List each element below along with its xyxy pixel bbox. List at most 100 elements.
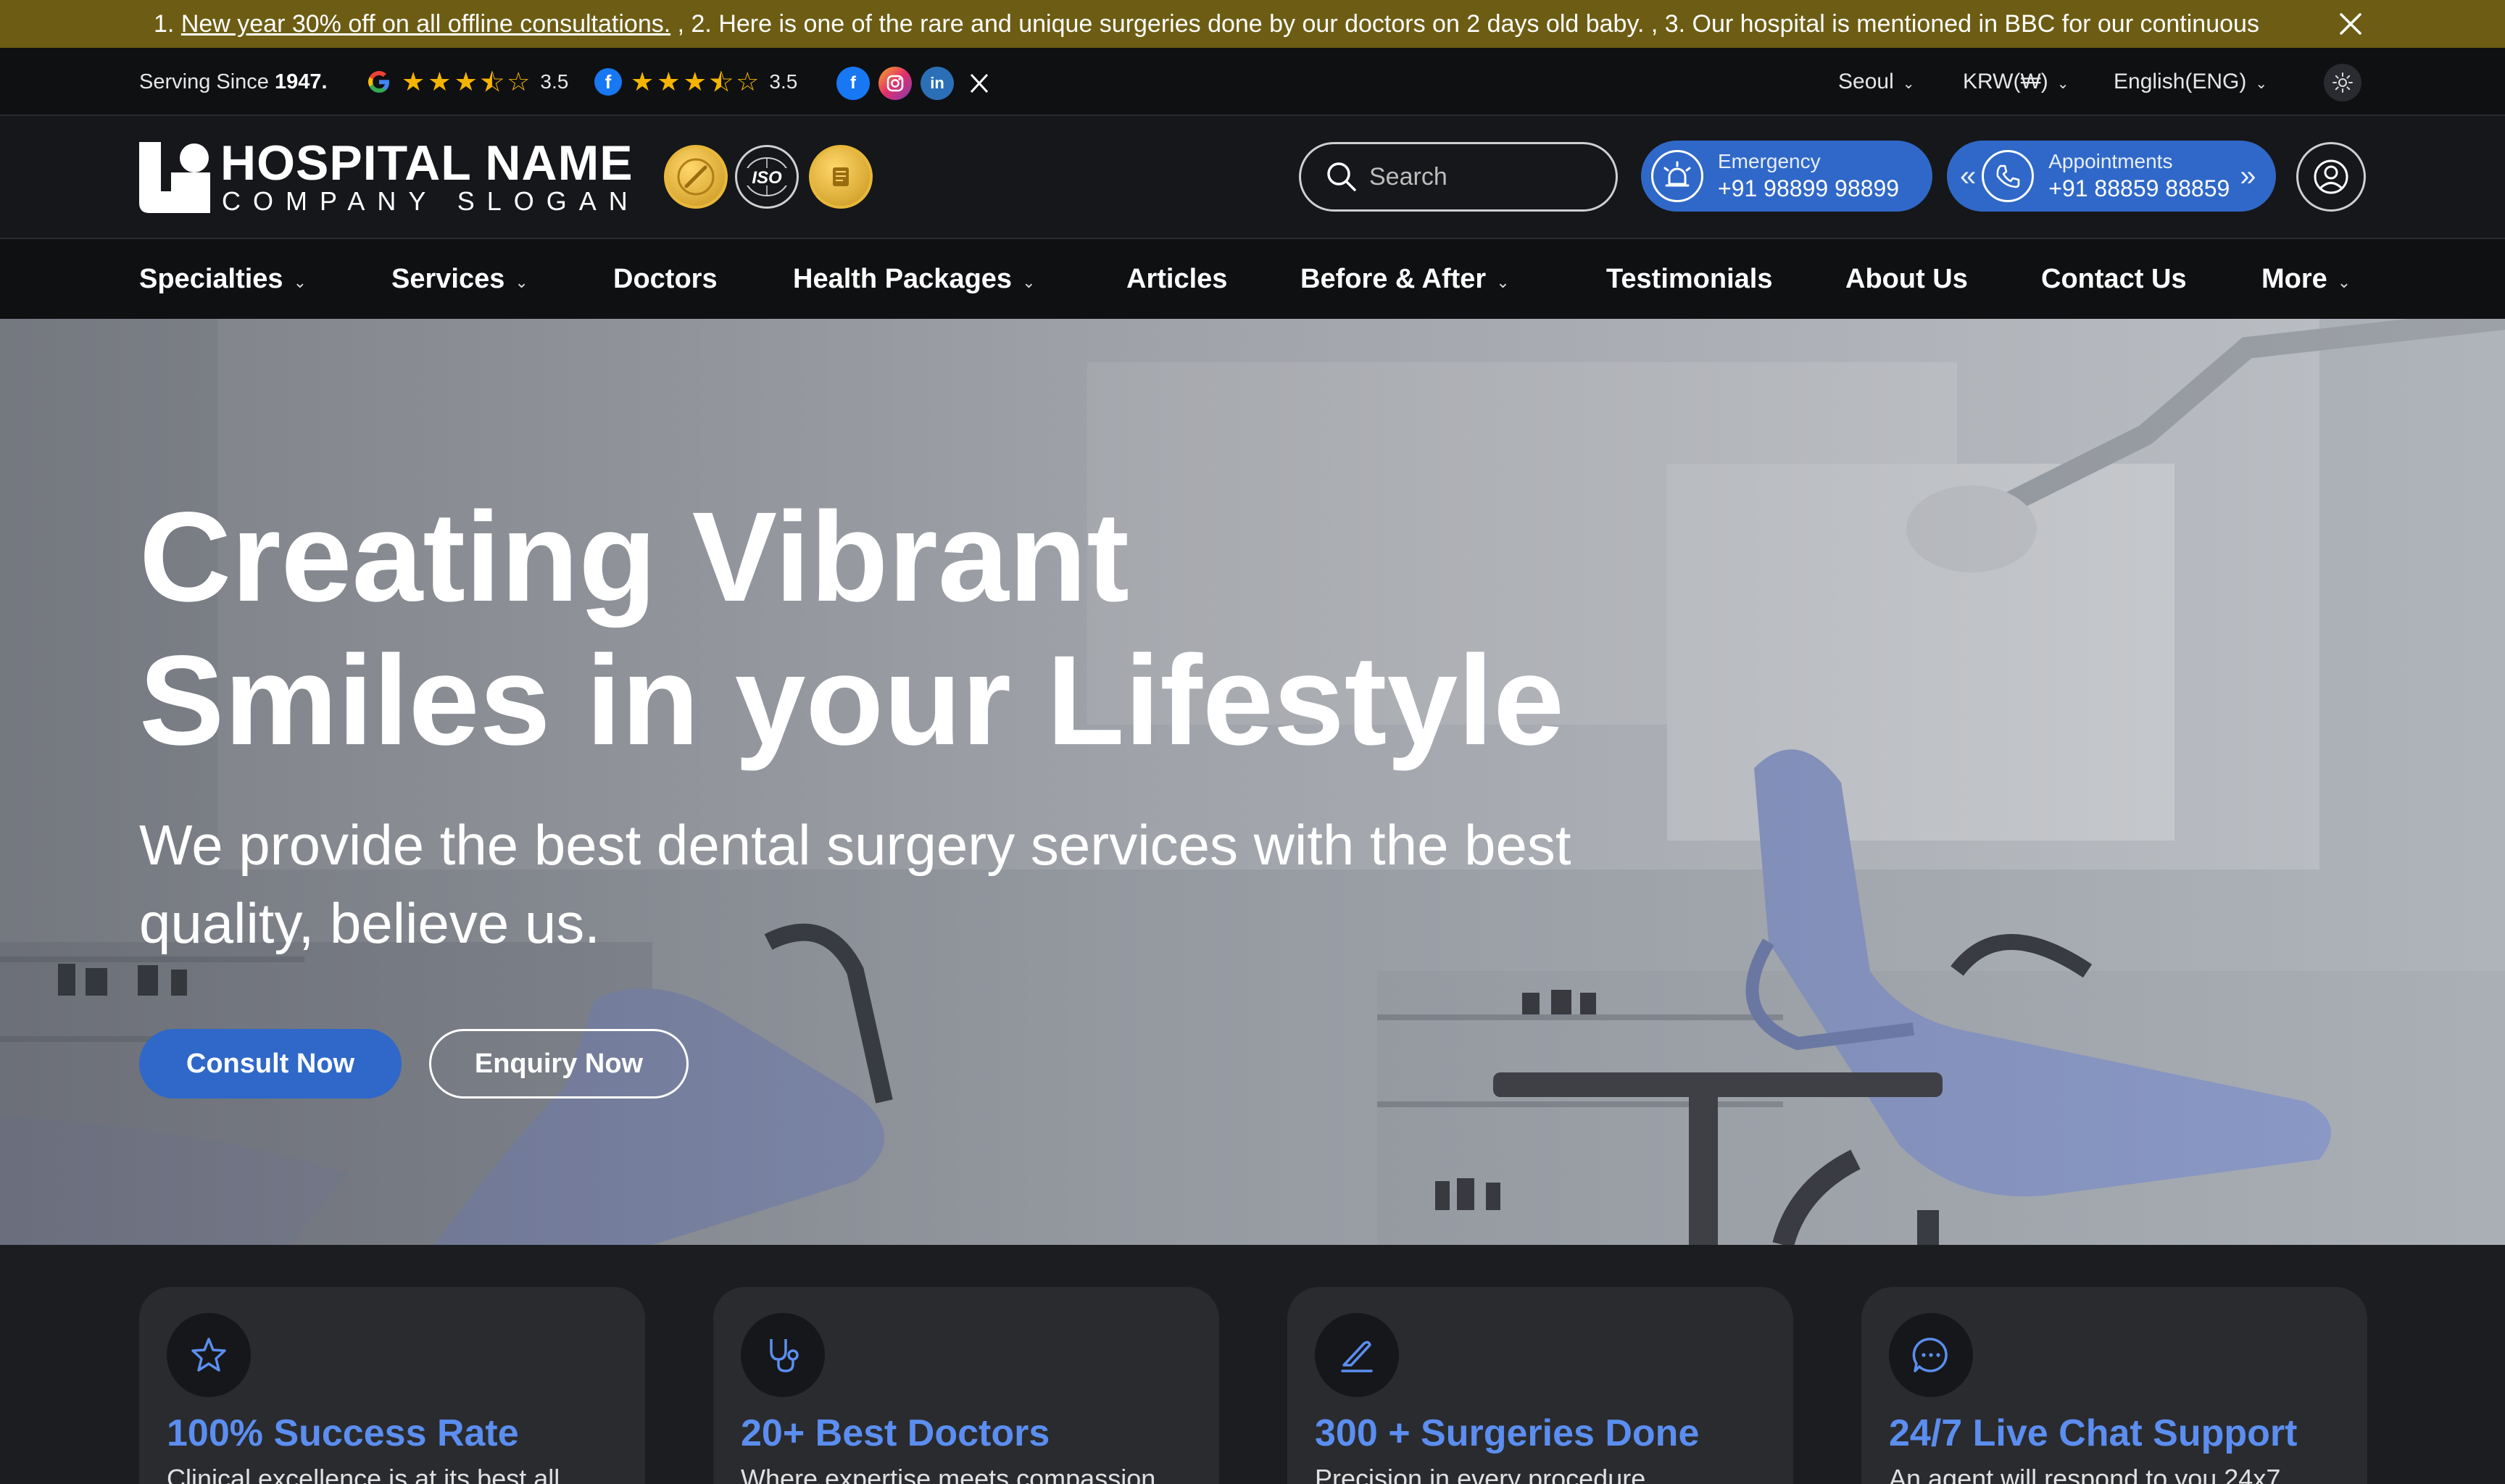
- nav-item-label: More: [2261, 264, 2327, 294]
- scalpel-icon: [1315, 1313, 1399, 1397]
- star-icon: ★: [657, 67, 681, 96]
- announcement-offer-link[interactable]: New year 30% off on all offline consulta…: [181, 10, 670, 38]
- star-icon: ★: [631, 67, 655, 96]
- enquiry-now-button[interactable]: Enquiry Now: [429, 1029, 689, 1099]
- chevron-down-icon: ⌄: [2255, 76, 2268, 92]
- chevron-down-icon: ⌄: [515, 273, 528, 291]
- hero-overlay: [0, 319, 2505, 1245]
- serving-since-label: Serving Since: [139, 70, 275, 93]
- chevrons-right-icon: »: [2240, 159, 2256, 192]
- nav-item-label: Contact Us: [2041, 264, 2187, 294]
- facebook-rating[interactable]: f ★ ★ ★ ★ ☆ 3.5: [594, 67, 797, 97]
- facebook-icon: f: [594, 68, 622, 96]
- chevron-down-icon: ⌄: [1022, 273, 1036, 291]
- hero-title-line-2: Smiles in your Lifestyle: [139, 630, 1564, 772]
- chevron-down-icon: ⌄: [2056, 76, 2069, 92]
- star-icon: ★: [454, 67, 478, 96]
- nav-item-testimonials[interactable]: Testimonials: [1606, 239, 1772, 319]
- nav-item-label: Articles: [1126, 264, 1228, 294]
- user-icon: [2314, 159, 2348, 194]
- star-icon: [167, 1313, 251, 1397]
- stat-description: Where expertise meets compassion: [741, 1464, 1156, 1484]
- company-slogan: COMPANY SLOGAN: [222, 186, 640, 216]
- nav-item-specialties[interactable]: Specialties ⌄: [139, 239, 307, 322]
- appointments-phone: +91 88859 88859: [2048, 175, 2230, 201]
- social-links: f in: [836, 67, 996, 100]
- nav-item-label: Testimonials: [1606, 264, 1773, 294]
- language-select[interactable]: English(ENG) ⌄: [2114, 48, 2267, 118]
- nav-item-about-us[interactable]: About Us: [1845, 239, 1968, 319]
- stat-description: Precision in every procedure: [1315, 1464, 1646, 1484]
- announcement-bar: 1. New year 30% off on all offline consu…: [0, 0, 2505, 48]
- empty-star-icon: ☆: [507, 67, 531, 96]
- nav-item-label: Before & After: [1300, 264, 1487, 294]
- nav-item-more[interactable]: More ⌄: [2261, 239, 2351, 322]
- serving-since: Serving Since 1947.: [139, 48, 328, 116]
- google-rating-value: 3.5: [540, 70, 569, 93]
- currency-value: KRW(₩): [1963, 70, 2048, 93]
- theme-toggle-button[interactable]: [2324, 64, 2361, 101]
- stat-card-best-doctors: 20+ Best Doctors Where expertise meets c…: [713, 1287, 1219, 1484]
- quality-seal-icon: [809, 145, 873, 209]
- emergency-call-button[interactable]: Emergency +91 98899 98899: [1641, 141, 1932, 212]
- chevron-down-icon: ⌄: [1496, 273, 1510, 291]
- iso-certification-icon: ISO: [735, 145, 799, 209]
- star-icon: ★: [428, 67, 452, 96]
- stat-card-live-chat: 24/7 Live Chat Support An agent will res…: [1861, 1287, 2367, 1484]
- nav-item-health-packages[interactable]: Health Packages ⌄: [793, 239, 1036, 322]
- nav-item-label: Services: [391, 264, 505, 294]
- hospital-name[interactable]: HOSPITAL NAME: [220, 138, 633, 188]
- linkedin-link-icon[interactable]: in: [921, 67, 954, 100]
- nav-item-label: About Us: [1845, 264, 1968, 294]
- nav-item-before-after[interactable]: Before & After ⌄: [1300, 239, 1510, 322]
- location-value: Seoul: [1838, 70, 1894, 93]
- stats-section: 100% Success Rate Clinical excellence is…: [0, 1245, 2505, 1484]
- star-icon: ★: [402, 67, 425, 96]
- stat-title: 100% Success Rate: [167, 1412, 519, 1454]
- chevron-down-icon: ⌄: [2337, 273, 2351, 291]
- stat-description: Clinical excellence is at its best all: [167, 1464, 560, 1484]
- nav-item-articles[interactable]: Articles: [1126, 239, 1227, 319]
- hospital-logo-icon[interactable]: [139, 142, 210, 213]
- facebook-rating-value: 3.5: [769, 70, 798, 93]
- hero-title: Creating Vibrant Smiles in your Lifestyl…: [139, 485, 1879, 772]
- stat-card-surgeries-done: 300 + Surgeries Done Precision in every …: [1287, 1287, 1793, 1484]
- hero-title-line-1: Creating Vibrant: [139, 486, 1129, 628]
- sun-icon: [2332, 72, 2353, 93]
- nav-item-label: Doctors: [613, 264, 718, 294]
- half-star-icon: ★: [709, 67, 734, 97]
- search-icon: [1327, 162, 1356, 191]
- user-profile-button[interactable]: [2296, 142, 2366, 212]
- currency-select[interactable]: KRW(₩) ⌄: [1963, 48, 2069, 118]
- x-link-icon[interactable]: [963, 67, 996, 100]
- nav-item-services[interactable]: Services ⌄: [391, 239, 528, 322]
- search-box[interactable]: [1299, 142, 1618, 212]
- emergency-label: Emergency: [1718, 150, 1821, 172]
- hero-section: Creating Vibrant Smiles in your Lifestyl…: [0, 319, 2505, 1245]
- stat-title: 300 + Surgeries Done: [1315, 1412, 1700, 1454]
- appointments-call-button[interactable]: « Appointments +91 88859 88859 »: [1947, 141, 2276, 212]
- location-select[interactable]: Seoul ⌄: [1838, 48, 1915, 118]
- close-announcement-button[interactable]: [2330, 3, 2372, 45]
- chevron-down-icon: ⌄: [293, 273, 307, 291]
- appointments-label: Appointments: [2048, 150, 2173, 172]
- consult-now-button[interactable]: Consult Now: [139, 1029, 402, 1099]
- facebook-link-icon[interactable]: f: [836, 67, 870, 100]
- announcement-rest: , 2. Here is one of the rare and unique …: [670, 10, 2259, 38]
- nav-item-doctors[interactable]: Doctors: [613, 239, 718, 319]
- stat-description: An agent will respond to you 24x7: [1889, 1464, 2281, 1484]
- nav-item-contact-us[interactable]: Contact Us: [2041, 239, 2187, 319]
- announcement-text: 1. New year 30% off on all offline consu…: [154, 0, 2299, 48]
- google-rating[interactable]: ★ ★ ★ ★ ☆ 3.5: [365, 67, 568, 97]
- instagram-link-icon[interactable]: [878, 67, 912, 100]
- stethoscope-icon: [741, 1313, 825, 1397]
- chat-icon: [1889, 1313, 1973, 1397]
- stat-title: 24/7 Live Chat Support: [1889, 1412, 2298, 1454]
- search-input[interactable]: [1369, 162, 1601, 191]
- site-header: HOSPITAL NAME COMPANY SLOGAN ISO Emergen…: [0, 116, 2505, 239]
- stat-card-success-rate: 100% Success Rate Clinical excellence is…: [139, 1287, 645, 1484]
- stat-title: 20+ Best Doctors: [741, 1412, 1050, 1454]
- star-icon: ★: [683, 67, 707, 96]
- close-icon: [2340, 13, 2361, 35]
- hero-subtitle: We provide the best dental surgery servi…: [139, 813, 1571, 955]
